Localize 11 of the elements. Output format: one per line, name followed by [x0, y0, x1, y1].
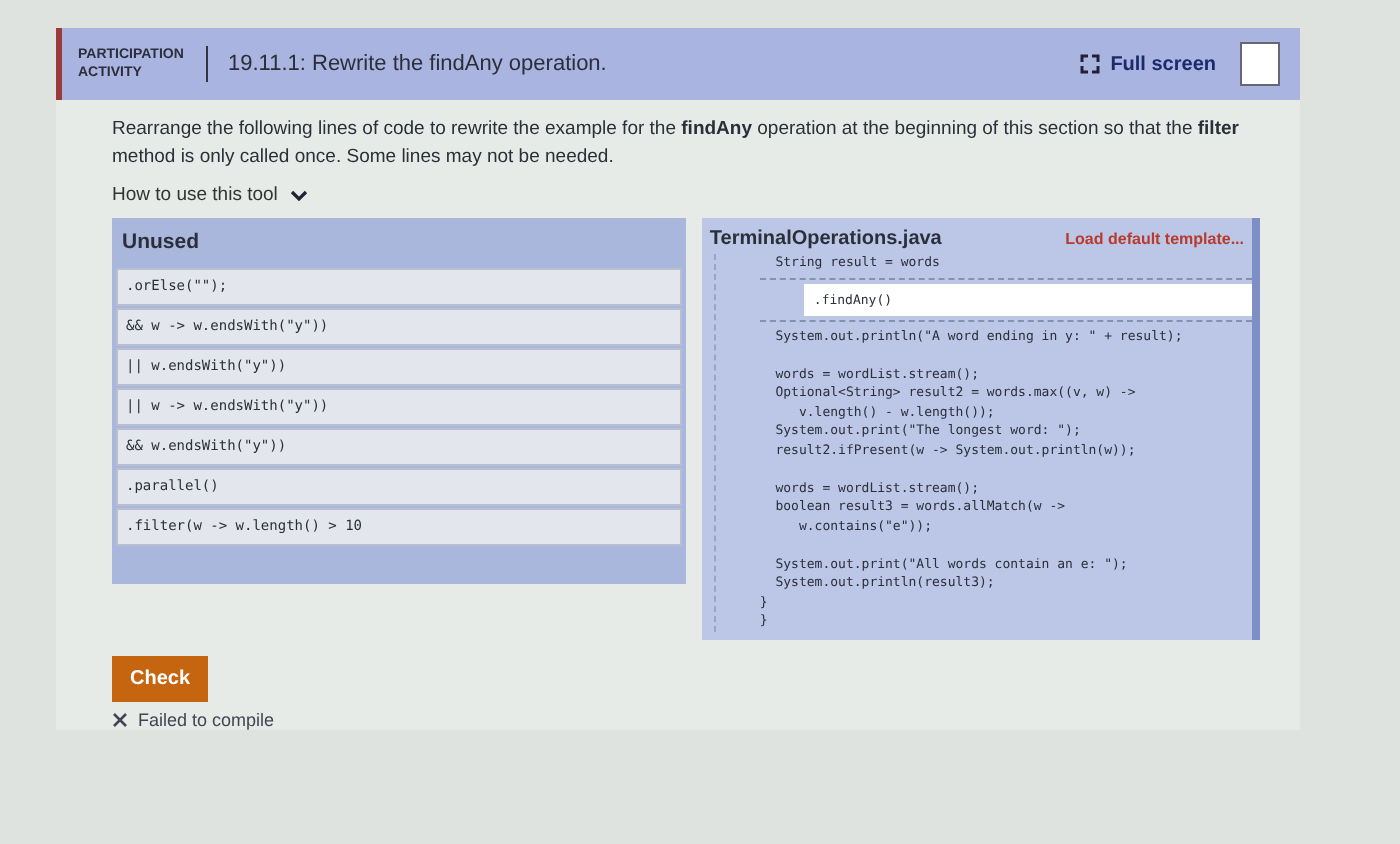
fullscreen-button[interactable]: Full screen: [1080, 53, 1216, 75]
check-button[interactable]: Check: [112, 655, 209, 701]
help-toggle[interactable]: How to use this tool: [112, 184, 308, 206]
cross-icon: [112, 711, 128, 727]
activity-title: 19.11.1: Rewrite the findAny operation.: [228, 52, 609, 76]
file-name: TerminalOperations.java: [709, 228, 942, 250]
chevron-down-icon: [289, 189, 308, 201]
fullscreen-icon: [1080, 54, 1101, 74]
unused-heading: Unused: [120, 228, 202, 258]
result-message: Failed to compile: [138, 709, 275, 729]
instructions-text: Rearrange the following lines of code to rewrite the example for the findAny operation at the beginning of this section so that the filter method is only called once. Some lines may not be needed.: [112, 116, 1241, 172]
